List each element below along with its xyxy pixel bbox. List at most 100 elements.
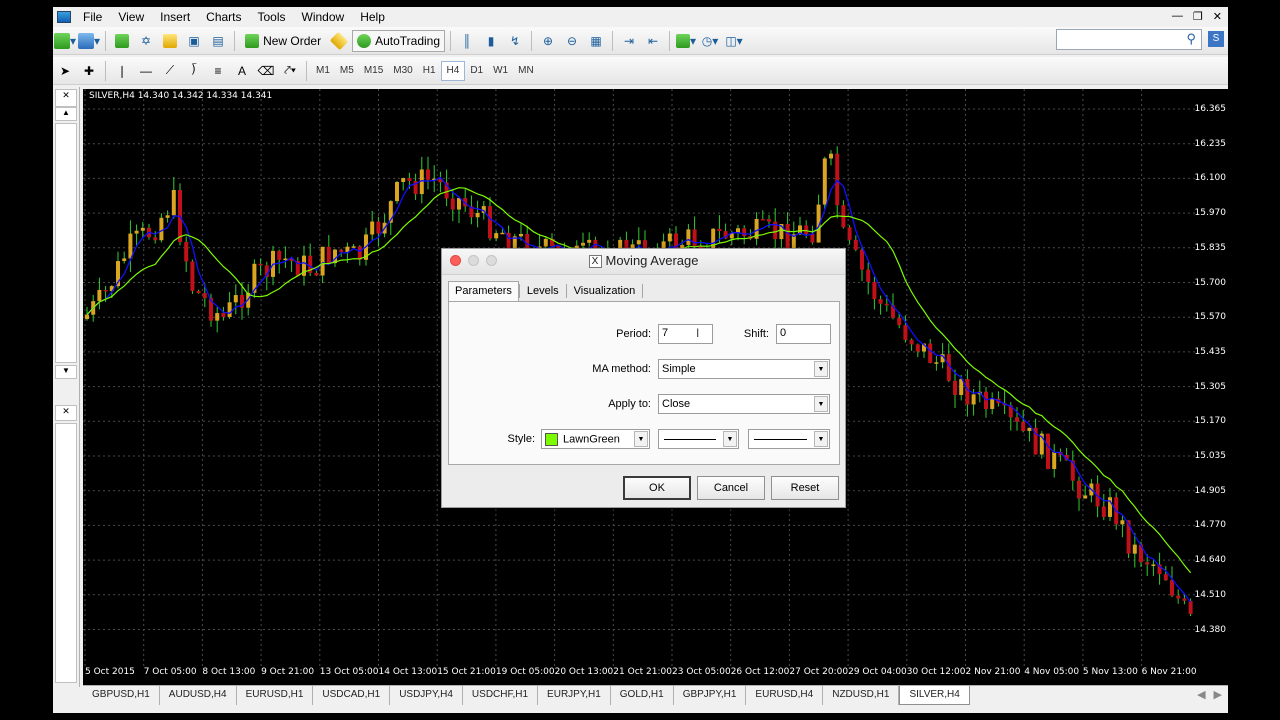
menu-help[interactable]: Help — [352, 10, 393, 24]
arrows-icon[interactable]: ⤤▾ — [279, 60, 301, 82]
horizontal-line-icon[interactable]: — — [135, 60, 157, 82]
metaeditor-icon[interactable] — [328, 30, 350, 52]
time-tick-label: 19 Oct 05:00 — [495, 667, 555, 677]
tab-eurjpy-h1[interactable]: EURJPY,H1 — [538, 686, 611, 705]
color-select[interactable]: LawnGreen ▼ — [541, 429, 650, 449]
line-style-select[interactable]: ▼ — [658, 429, 739, 449]
tab-nzdusd-h1[interactable]: NZDUSD,H1 — [823, 686, 900, 705]
autotrading-button[interactable]: AutoTrading — [352, 29, 446, 52]
timeframe-h1[interactable]: H1 — [418, 61, 441, 81]
tab-usdcad-h1[interactable]: USDCAD,H1 — [313, 686, 391, 705]
fibonacci-icon[interactable]: ≡ — [207, 60, 229, 82]
strategy-tester-icon[interactable]: ▤ — [207, 30, 229, 52]
scroll-up-icon[interactable]: ▲ — [55, 107, 77, 121]
market-watch-icon[interactable] — [111, 30, 133, 52]
scroll-left-icon[interactable]: ◀ — [1197, 688, 1205, 703]
period-field[interactable]: 7 — [658, 324, 713, 344]
menu-view[interactable]: View — [110, 10, 152, 24]
timeframe-h4[interactable]: H4 — [440, 60, 466, 81]
menu-tools[interactable]: Tools — [250, 10, 294, 24]
panel-close-icon[interactable]: ✕ — [55, 89, 77, 107]
indicators-icon[interactable]: ▾ — [675, 30, 697, 52]
text-label-icon[interactable]: ⌫ — [255, 60, 277, 82]
tab-parameters[interactable]: Parameters — [448, 281, 519, 301]
autoscroll-icon[interactable]: ⇥ — [618, 30, 640, 52]
candle-body — [215, 313, 220, 321]
reset-button[interactable]: Reset — [771, 476, 839, 500]
candlestick-icon[interactable]: ▮ — [480, 30, 502, 52]
cursor-icon[interactable]: ➤ — [54, 60, 76, 82]
timeframe-m5[interactable]: M5 — [335, 61, 359, 81]
templates-icon[interactable]: ◫▾ — [723, 30, 745, 52]
candle-body — [767, 219, 771, 222]
tab-visualization[interactable]: Visualization — [567, 281, 643, 301]
search-input[interactable] — [1056, 29, 1202, 50]
market-watch-panel[interactable] — [55, 123, 77, 363]
time-tick-label: 20 Oct 13:00 — [554, 667, 614, 677]
price-tick-label: 15.700 — [1194, 277, 1227, 288]
tab-audusd-h4[interactable]: AUDUSD,H4 — [160, 686, 237, 705]
shift-field[interactable]: 0 — [776, 324, 831, 344]
candle-body — [457, 198, 461, 210]
minimize-icon[interactable]: — — [1172, 10, 1183, 23]
timeframe-mn[interactable]: MN — [513, 61, 539, 81]
tab-eurusd-h1[interactable]: EURUSD,H1 — [237, 686, 314, 705]
line-chart-icon[interactable]: ↯ — [504, 30, 526, 52]
scroll-down-icon[interactable]: ▼ — [55, 365, 77, 379]
time-tick-label: 13 Oct 05:00 — [319, 667, 379, 677]
tab-gold-h1[interactable]: GOLD,H1 — [611, 686, 674, 705]
menu-charts[interactable]: Charts — [198, 10, 249, 24]
timeframe-d1[interactable]: D1 — [465, 61, 488, 81]
new-chart-icon[interactable]: ▾ — [54, 30, 76, 52]
ma-method-select[interactable]: Simple ▼ — [658, 359, 830, 379]
candle-body — [97, 289, 102, 302]
vertical-line-icon[interactable]: ❘ — [111, 60, 133, 82]
timeframe-w1[interactable]: W1 — [488, 61, 513, 81]
periods-icon[interactable]: ◷▾ — [699, 30, 721, 52]
navigator-close-icon[interactable]: ✕ — [55, 405, 77, 421]
candle-body — [407, 178, 412, 182]
candle-body — [872, 281, 877, 300]
text-icon[interactable]: A — [231, 60, 253, 82]
trendline-icon[interactable]: ⟋ — [159, 60, 181, 82]
new-order-button[interactable]: New Order — [240, 30, 326, 52]
navigator-panel[interactable] — [55, 423, 77, 683]
menu-file[interactable]: File — [75, 10, 110, 24]
navigator-icon[interactable] — [159, 30, 181, 52]
timeframe-m1[interactable]: M1 — [311, 61, 335, 81]
community-icon[interactable]: S — [1208, 31, 1224, 47]
timeframe-m30[interactable]: M30 — [388, 61, 417, 81]
candle-body — [165, 215, 170, 218]
candle-body — [376, 221, 381, 234]
profiles-icon[interactable]: ▾ — [78, 30, 100, 52]
tab-silver-h4[interactable]: SILVER,H4 — [899, 686, 970, 705]
candle-body — [1052, 452, 1057, 469]
timeframe-m15[interactable]: M15 — [359, 61, 388, 81]
restore-icon[interactable]: ❐ — [1193, 10, 1203, 23]
close-icon[interactable]: ✕ — [1213, 10, 1222, 23]
tab-usdjpy-h4[interactable]: USDJPY,H4 — [390, 686, 463, 705]
ok-button[interactable]: OK — [623, 476, 691, 500]
crosshair-icon[interactable]: ✚ — [78, 60, 100, 82]
tab-gbpjpy-h1[interactable]: GBPJPY,H1 — [674, 686, 747, 705]
tab-usdchf-h1[interactable]: USDCHF,H1 — [463, 686, 539, 705]
menu-insert[interactable]: Insert — [152, 10, 198, 24]
zoom-in-icon[interactable]: ⊕ — [537, 30, 559, 52]
tab-eurusd-h4[interactable]: EURUSD,H4 — [746, 686, 824, 705]
bar-chart-icon[interactable]: ║ — [456, 30, 478, 52]
channel-icon[interactable]: ⟌ — [183, 60, 205, 82]
cancel-button[interactable]: Cancel — [697, 476, 765, 500]
search-icon[interactable]: ⚲ — [1186, 31, 1196, 47]
line-width-select[interactable]: ▼ — [748, 429, 830, 449]
zoom-out-icon[interactable]: ⊖ — [561, 30, 583, 52]
terminal-icon[interactable]: ▣ — [183, 30, 205, 52]
tab-levels[interactable]: Levels — [520, 281, 566, 301]
tab-gbpusd-h1[interactable]: GBPUSD,H1 — [83, 686, 160, 705]
tile-windows-icon[interactable]: ▦ — [585, 30, 607, 52]
candle-body — [587, 239, 592, 243]
apply-to-select[interactable]: Close ▼ — [658, 394, 830, 414]
chart-shift-icon[interactable]: ⇤ — [642, 30, 664, 52]
menu-window[interactable]: Window — [294, 10, 353, 24]
scroll-right-icon[interactable]: ▶ — [1214, 688, 1222, 703]
data-window-icon[interactable]: ✡ — [135, 30, 157, 52]
